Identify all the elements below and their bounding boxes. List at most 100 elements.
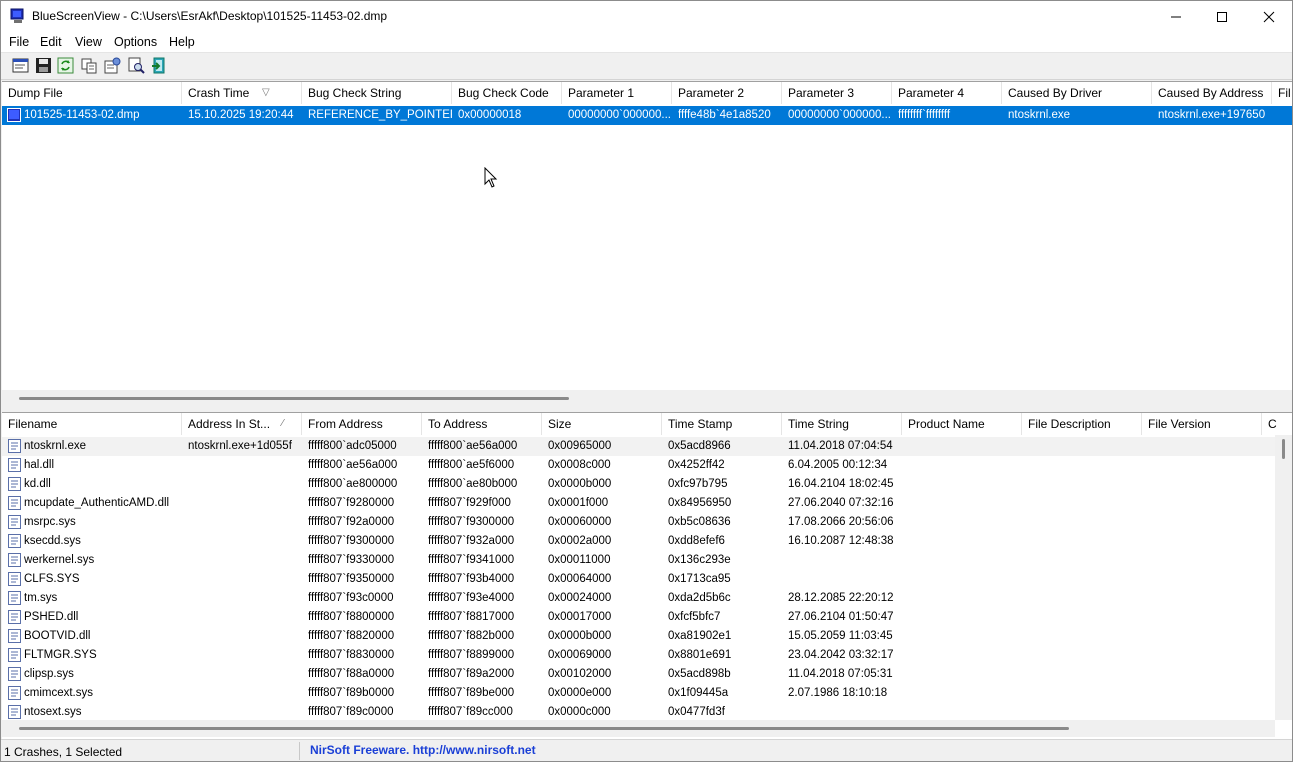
col-file-version[interactable]: File Version [1142,413,1262,435]
cell-parameter-4: ffffffff`ffffffff [898,109,951,121]
col-size[interactable]: Size [542,413,662,435]
cell-caused-by-driver: ntoskrnl.exe [1008,109,1071,121]
close-button[interactable] [1246,1,1292,32]
col-to-address[interactable]: To Address [422,413,542,435]
status-crash-count: 1 Crashes, 1 Selected [4,745,123,759]
cell-size: 0x0000b000 [548,630,612,642]
module-row[interactable]: msrpc.sys fffff807`f92a0000 fffff807`f9300… [2,513,1292,532]
options-button[interactable] [103,56,122,75]
title-bar[interactable]: BlueScreenView - C:\Users\EsrAkf\Desktop… [1,1,1292,32]
cell-from-address: fffff807`f89b0000 [308,687,395,699]
col-parameter-2[interactable]: Parameter 2 [672,82,782,104]
cell-to-address: fffff807`f932a000 [428,535,515,547]
cell-time-string: 6.04.2005 00:12:34 [788,459,888,471]
cell-filename: hal.dll [24,459,55,471]
col-crash-time[interactable]: Crash Time ▽ [182,82,302,104]
cell-to-address: fffff807`f882b000 [428,630,515,642]
minimize-button[interactable] [1153,1,1199,32]
module-row[interactable]: FLTMGR.SYS fffff807`f8830000 fffff807`f889… [2,646,1292,665]
menu-view[interactable]: View [75,35,102,49]
cell-from-address: fffff807`f8800000 [308,611,395,623]
col-parameter-1[interactable]: Parameter 1 [562,82,672,104]
copy-button[interactable] [80,56,99,75]
module-list-hscroll-thumb[interactable] [19,727,1069,730]
crash-list[interactable]: Dump File Crash Time ▽ Bug Check String B… [2,81,1292,408]
col-time-string[interactable]: Time String [782,413,902,435]
menu-help[interactable]: Help [169,35,195,49]
module-row[interactable]: werkernel.sys fffff807`f9330000 fffff807`f… [2,551,1292,570]
cell-time-string: 27.06.2040 07:32:16 [788,497,894,509]
options-icon [104,57,121,74]
col-c[interactable]: C [1262,413,1282,435]
module-row[interactable]: BOOTVID.dll fffff807`f8820000 fffff807`f88… [2,627,1292,646]
col-bug-check-string[interactable]: Bug Check String [302,82,452,104]
col-caused-by-address[interactable]: Caused By Address [1152,82,1272,104]
cell-time-stamp: 0xfc97b795 [668,478,728,490]
col-address-in-stack[interactable]: Address In St... ⁄ [182,413,302,435]
cell-to-address: fffff807`f89be000 [428,687,515,699]
col-parameter-4[interactable]: Parameter 4 [892,82,1002,104]
module-list-vscroll-thumb[interactable] [1282,439,1285,459]
save-button[interactable] [34,56,53,75]
module-row[interactable]: CLFS.SYS fffff807`f9350000 fffff807`f93b40… [2,570,1292,589]
module-list-vscrollbar[interactable] [1275,435,1292,720]
menu-options[interactable]: Options [114,35,157,49]
module-row[interactable]: kd.dll fffff800`ae800000 fffff800`ae80b000… [2,475,1292,494]
cell-filename: PSHED.dll [24,611,79,623]
module-row[interactable]: hal.dll fffff800`ae56a000 fffff800`ae5f600… [2,456,1292,475]
cell-time-string [782,570,902,589]
module-row[interactable]: mcupdate_AuthenticAMD.dll fffff807`f92800… [2,494,1292,513]
crash-list-hscrollbar[interactable] [2,390,1292,407]
module-list-hscrollbar[interactable] [2,720,1275,737]
refresh-icon [57,57,74,74]
nirsoft-link[interactable]: NirSoft Freeware. http://www.nirsoft.net [310,743,536,757]
cell-filename: cmimcext.sys [24,687,93,699]
col-file-description[interactable]: File Description [1022,413,1142,435]
cell-from-address: fffff800`ae800000 [308,478,398,490]
menu-edit[interactable]: Edit [40,35,62,49]
cell-caused-by-address: ntoskrnl.exe+197650 [1158,109,1266,121]
cell-time-string: 16.10.2087 12:48:38 [788,535,894,547]
cell-size: 0x0000e000 [548,687,612,699]
col-from-address[interactable]: From Address [302,413,422,435]
cell-filename: clipsp.sys [24,668,74,680]
find-button[interactable] [127,56,146,75]
module-row[interactable]: ksecdd.sys fffff807`f9300000 fffff807`f932… [2,532,1292,551]
cell-time-string: 2.07.1986 18:10:18 [788,687,888,699]
module-row[interactable]: clipsp.sys fffff807`f88a0000 fffff807`f89a… [2,665,1292,684]
module-row[interactable]: ntoskrnl.exe ntoskrnl.exe+1d055f fffff800`… [2,437,1292,456]
exit-button[interactable] [150,56,169,75]
col-time-stamp[interactable]: Time Stamp [662,413,782,435]
cell-from-address: fffff807`f93c0000 [308,592,394,604]
module-row[interactable]: cmimcext.sys fffff807`f89b0000 fffff807`f8… [2,684,1292,703]
col-filename[interactable]: Filename [2,413,182,435]
cell-filename: FLTMGR.SYS [24,649,97,661]
module-row[interactable]: PSHED.dll fffff807`f8800000 fffff807`f8817… [2,608,1292,627]
col-dump-file[interactable]: Dump File [2,82,182,104]
col-caused-by-driver[interactable]: Caused By Driver [1002,82,1152,104]
cell-address-in-stack [182,646,302,665]
cell-address-in-stack [182,589,302,608]
module-list[interactable]: Filename Address In St... ⁄ From Address … [2,412,1292,739]
refresh-button[interactable] [56,56,75,75]
cell-time-stamp: 0x4252ff42 [668,459,725,471]
col-product-name[interactable]: Product Name [902,413,1022,435]
cell-filename: werkernel.sys [24,554,95,566]
col-bug-check-code[interactable]: Bug Check Code [452,82,562,104]
col-parameter-3[interactable]: Parameter 3 [782,82,892,104]
properties-button[interactable] [11,56,30,75]
menu-file[interactable]: File [9,35,29,49]
module-row[interactable]: tm.sys fffff807`f93c0000 fffff807`f93e4000… [2,589,1292,608]
find-icon [128,57,145,74]
cell-address-in-stack [182,551,302,570]
crash-list-hscroll-thumb[interactable] [19,397,569,400]
cell-filename: msrpc.sys [24,516,76,528]
col-file[interactable]: Fil [1272,82,1292,104]
cell-time-stamp: 0x84956950 [668,497,732,509]
maximize-button[interactable] [1199,1,1245,32]
cell-to-address: fffff807`f93e4000 [428,592,515,604]
crash-row-selected[interactable]: 101525-11453-02.dmp 15.10.2025 19:20:44 … [2,106,1292,125]
cell-address-in-stack [182,570,302,589]
app-icon [10,8,24,23]
cell-time-string: 23.04.2042 03:32:17 [788,649,894,661]
